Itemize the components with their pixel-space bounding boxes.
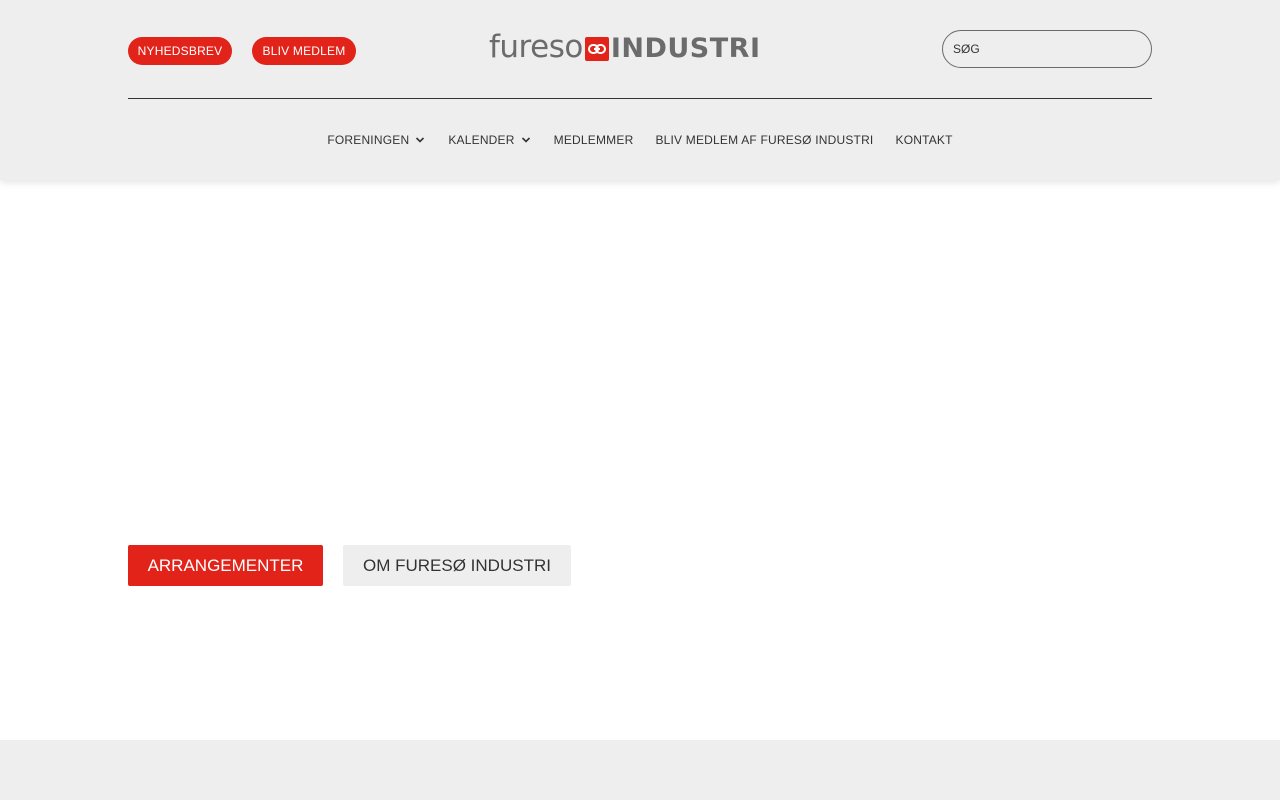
nav-item-medlemmer[interactable]: MEDLEMMER (554, 130, 634, 150)
about-button[interactable]: OM FURESØ INDUSTRI (343, 545, 571, 586)
site-logo[interactable]: fureso INDUSTRI (489, 29, 791, 66)
main-navigation: FORENINGEN KALENDER MEDLEMMER BLIV MEDLE… (0, 130, 1280, 150)
events-button[interactable]: ARRANGEMENTER (128, 545, 323, 586)
nav-item-label: MEDLEMMER (553, 133, 634, 147)
logo-fureso-text: fureso (489, 29, 583, 65)
logo-industri-text: INDUSTRI (610, 33, 761, 64)
chevron-down-icon (414, 130, 426, 150)
header-divider (128, 98, 1152, 99)
nav-item-label: BLIV MEDLEM AF FURESØ INDUSTRI (655, 133, 874, 147)
newsletter-button[interactable]: NYHEDSBREV (128, 37, 232, 65)
become-member-button[interactable]: BLIV MEDLEM (252, 37, 356, 65)
site-header: NYHEDSBREV BLIV MEDLEM fureso INDUSTRI F… (0, 0, 1280, 180)
link-chain-icon (584, 37, 609, 61)
chevron-down-icon (520, 130, 532, 150)
nav-item-bliv-medlem[interactable]: BLIV MEDLEM AF FURESØ INDUSTRI (655, 130, 873, 150)
site-footer (0, 740, 1280, 800)
search-input[interactable] (942, 30, 1152, 68)
nav-item-label: KONTAKT (895, 133, 953, 147)
nav-item-label: KALENDER (448, 133, 515, 147)
nav-item-label: FORENINGEN (327, 133, 410, 147)
nav-item-foreningen[interactable]: FORENINGEN (327, 130, 426, 150)
nav-item-kontakt[interactable]: KONTAKT (895, 130, 952, 150)
nav-item-kalender[interactable]: KALENDER (448, 130, 531, 150)
hero-section (0, 180, 1280, 740)
